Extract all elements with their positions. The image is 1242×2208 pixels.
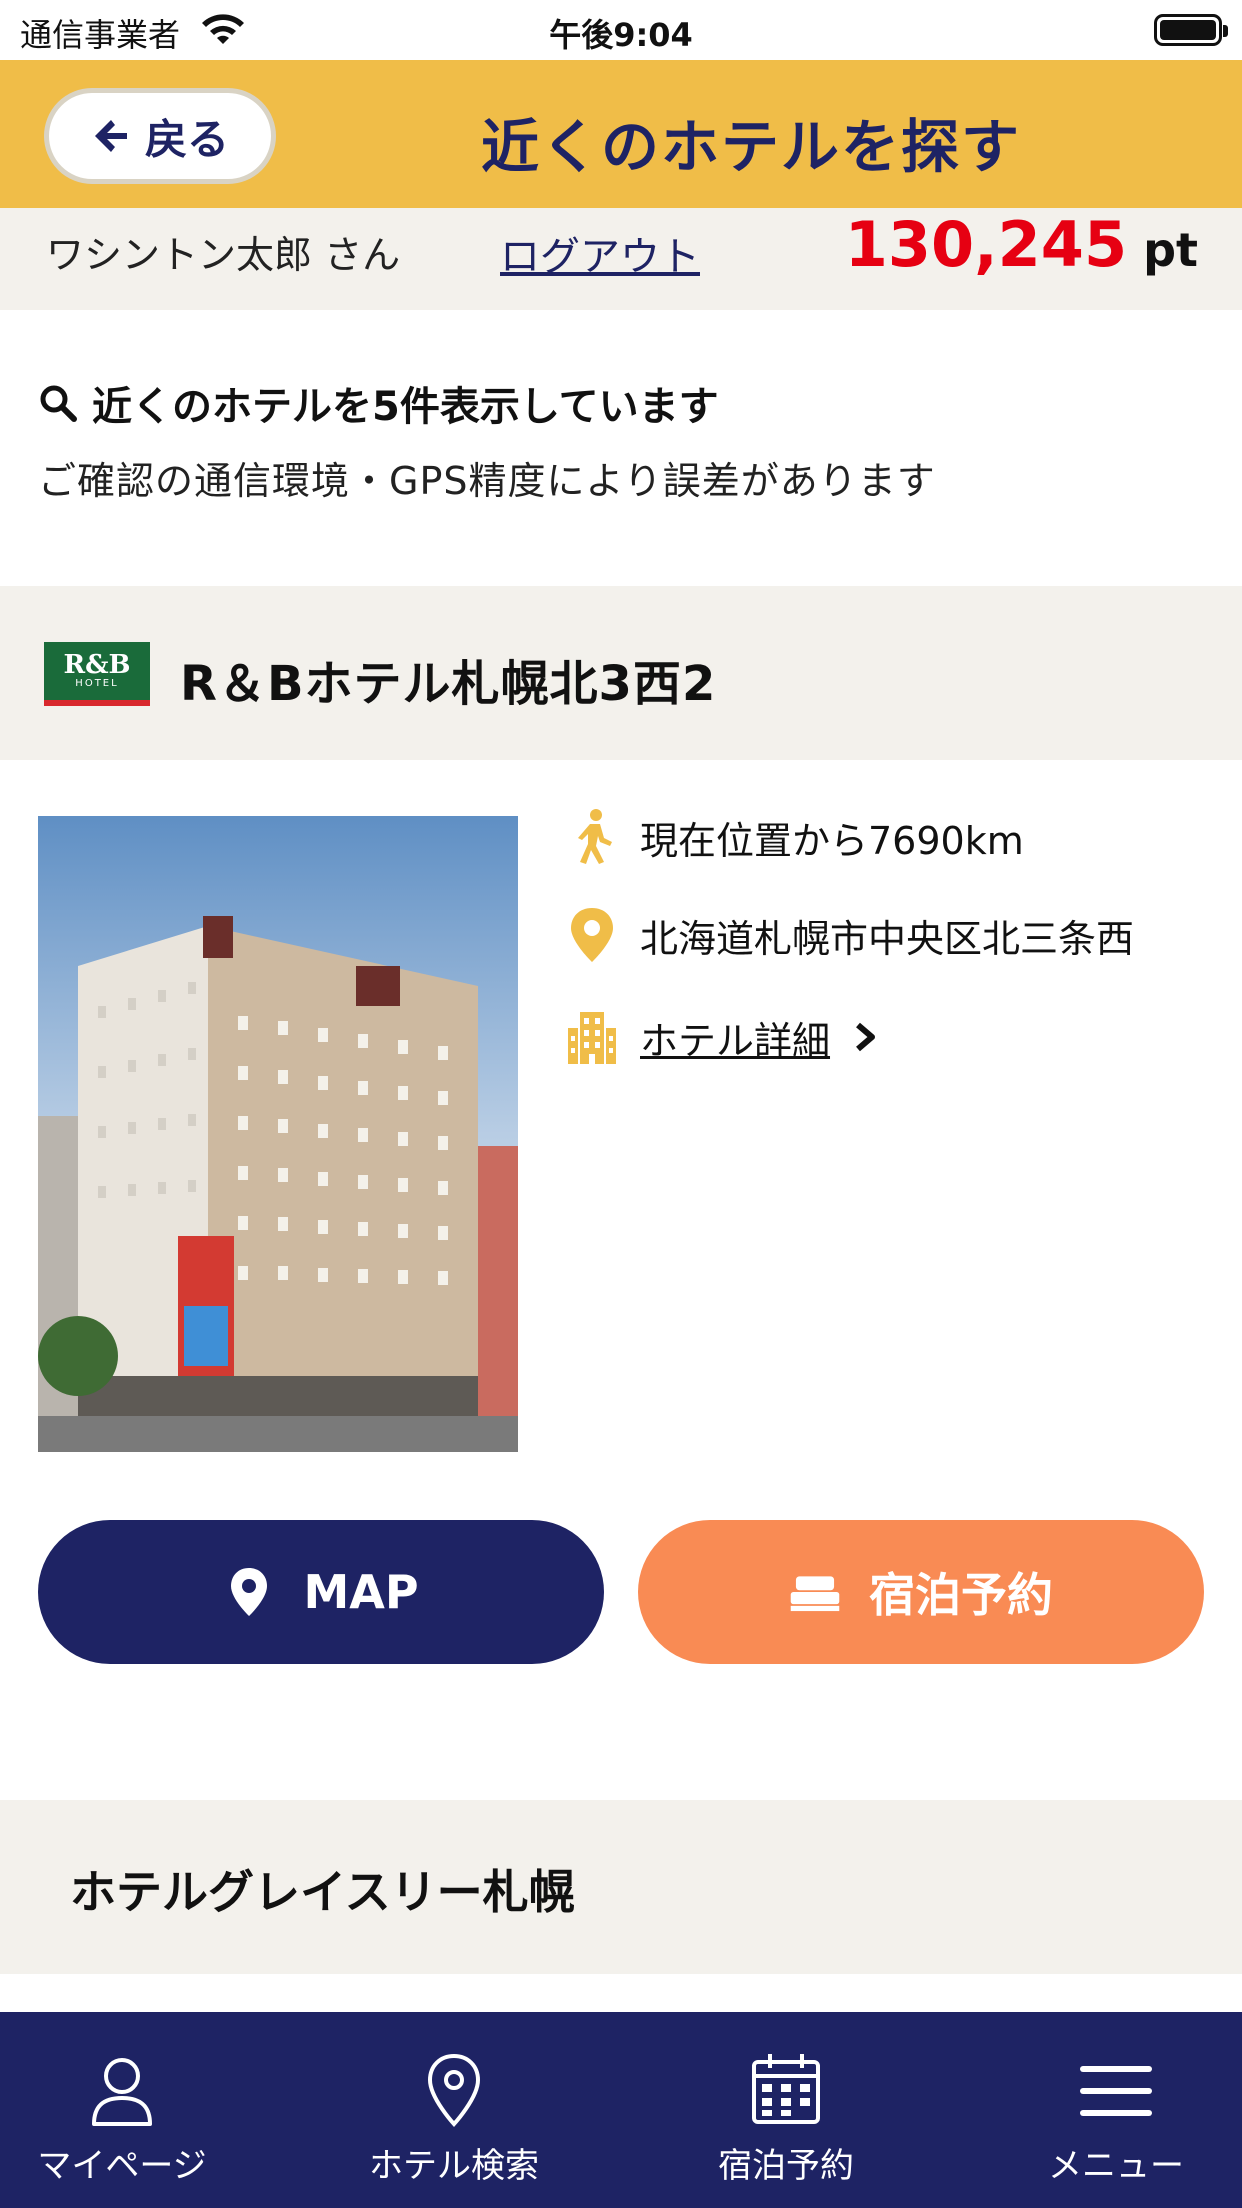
user-name: ワシントン太郎 さん bbox=[46, 233, 401, 277]
hotel-photo bbox=[38, 816, 518, 1452]
back-button[interactable]: 戻る bbox=[44, 88, 276, 184]
logout-link[interactable]: ログアウト bbox=[500, 224, 700, 282]
tab-label: メニュー bbox=[1048, 2146, 1184, 2186]
hamburger-menu-icon bbox=[1080, 2066, 1152, 2116]
bottom-tab-bar: マイページ ホテル検索 宿泊予約 メニュー bbox=[0, 2012, 1242, 2208]
calendar-icon bbox=[752, 2054, 820, 2124]
points-display: 130,245 pt bbox=[845, 208, 1198, 281]
page-title: 近くのホテルを探す bbox=[480, 113, 1021, 181]
bed-icon bbox=[790, 1576, 840, 1612]
hotel-name: R＆Bホテル札幌北3西2 bbox=[180, 656, 717, 712]
reserve-button-label: 宿泊予約 bbox=[869, 1568, 1053, 1622]
tab-label: マイページ bbox=[37, 2146, 207, 2186]
arrow-left-icon bbox=[94, 120, 127, 152]
tab-reservation[interactable]: 宿泊予約 bbox=[656, 2050, 916, 2187]
clock: 午後9:04 bbox=[549, 16, 693, 54]
app-header: 戻る 近くのホテルを探す bbox=[0, 60, 1242, 208]
walking-person-icon bbox=[578, 809, 612, 864]
hotel-brand-logo: R&B HOTEL bbox=[44, 642, 150, 706]
result-count: 近くのホテルを5件表示しています bbox=[38, 374, 719, 432]
map-button[interactable]: MAP bbox=[38, 1520, 604, 1664]
hotel-card-header[interactable]: R&B HOTEL R＆Bホテル札幌北3西2 bbox=[0, 586, 1242, 760]
user-bar: ワシントン太郎 さん ログアウト 130,245 pt bbox=[0, 208, 1242, 310]
map-pin-icon bbox=[427, 2053, 481, 2127]
battery-icon bbox=[1154, 14, 1228, 46]
tab-hotel-search[interactable]: ホテル検索 bbox=[324, 2050, 584, 2187]
points-value: 130,245 bbox=[844, 208, 1128, 281]
distance-text: 現在位置から7690km bbox=[640, 818, 1024, 863]
map-pin-icon bbox=[231, 1568, 268, 1616]
status-bar: 通信事業者 午後9:04 bbox=[0, 0, 1242, 60]
back-button-label: 戻る bbox=[144, 114, 229, 164]
map-button-label: MAP bbox=[303, 1565, 419, 1619]
tab-menu[interactable]: メニュー bbox=[986, 2050, 1242, 2187]
search-icon bbox=[40, 385, 77, 422]
hotel-name: ホテルグレイスリー札幌 bbox=[70, 1865, 575, 1919]
tab-label: 宿泊予約 bbox=[718, 2146, 854, 2186]
accuracy-note: ご確認の通信環境・GPS精度により誤差があります bbox=[38, 459, 936, 503]
building-icon bbox=[568, 1012, 616, 1064]
hotel-card-header[interactable]: ホテルグレイスリー札幌 bbox=[0, 1800, 1242, 1974]
hotel-detail-link[interactable]: ホテル詳細 bbox=[640, 1010, 830, 1065]
chevron-right-icon bbox=[856, 1022, 876, 1052]
result-count-text: 近くのホテルを5件表示しています bbox=[92, 384, 719, 430]
person-icon bbox=[92, 2058, 152, 2126]
hotel-distance: 現在位置から7690km bbox=[566, 808, 1024, 866]
search-info: 近くのホテルを5件表示しています ご確認の通信環境・GPS精度により誤差がありま… bbox=[0, 310, 1242, 586]
points-unit: pt bbox=[1143, 223, 1198, 277]
hotel-address: 北海道札幌市中央区北三条西 bbox=[566, 906, 1134, 964]
address-text: 北海道札幌市中央区北三条西 bbox=[640, 916, 1135, 961]
reserve-button[interactable]: 宿泊予約 bbox=[638, 1520, 1204, 1664]
hotel-detail-row[interactable]: ホテル詳細 bbox=[566, 1008, 878, 1066]
tab-label: ホテル検索 bbox=[369, 2146, 539, 2186]
tab-mypage[interactable]: マイページ bbox=[0, 2050, 252, 2187]
location-pin-icon bbox=[571, 908, 613, 962]
